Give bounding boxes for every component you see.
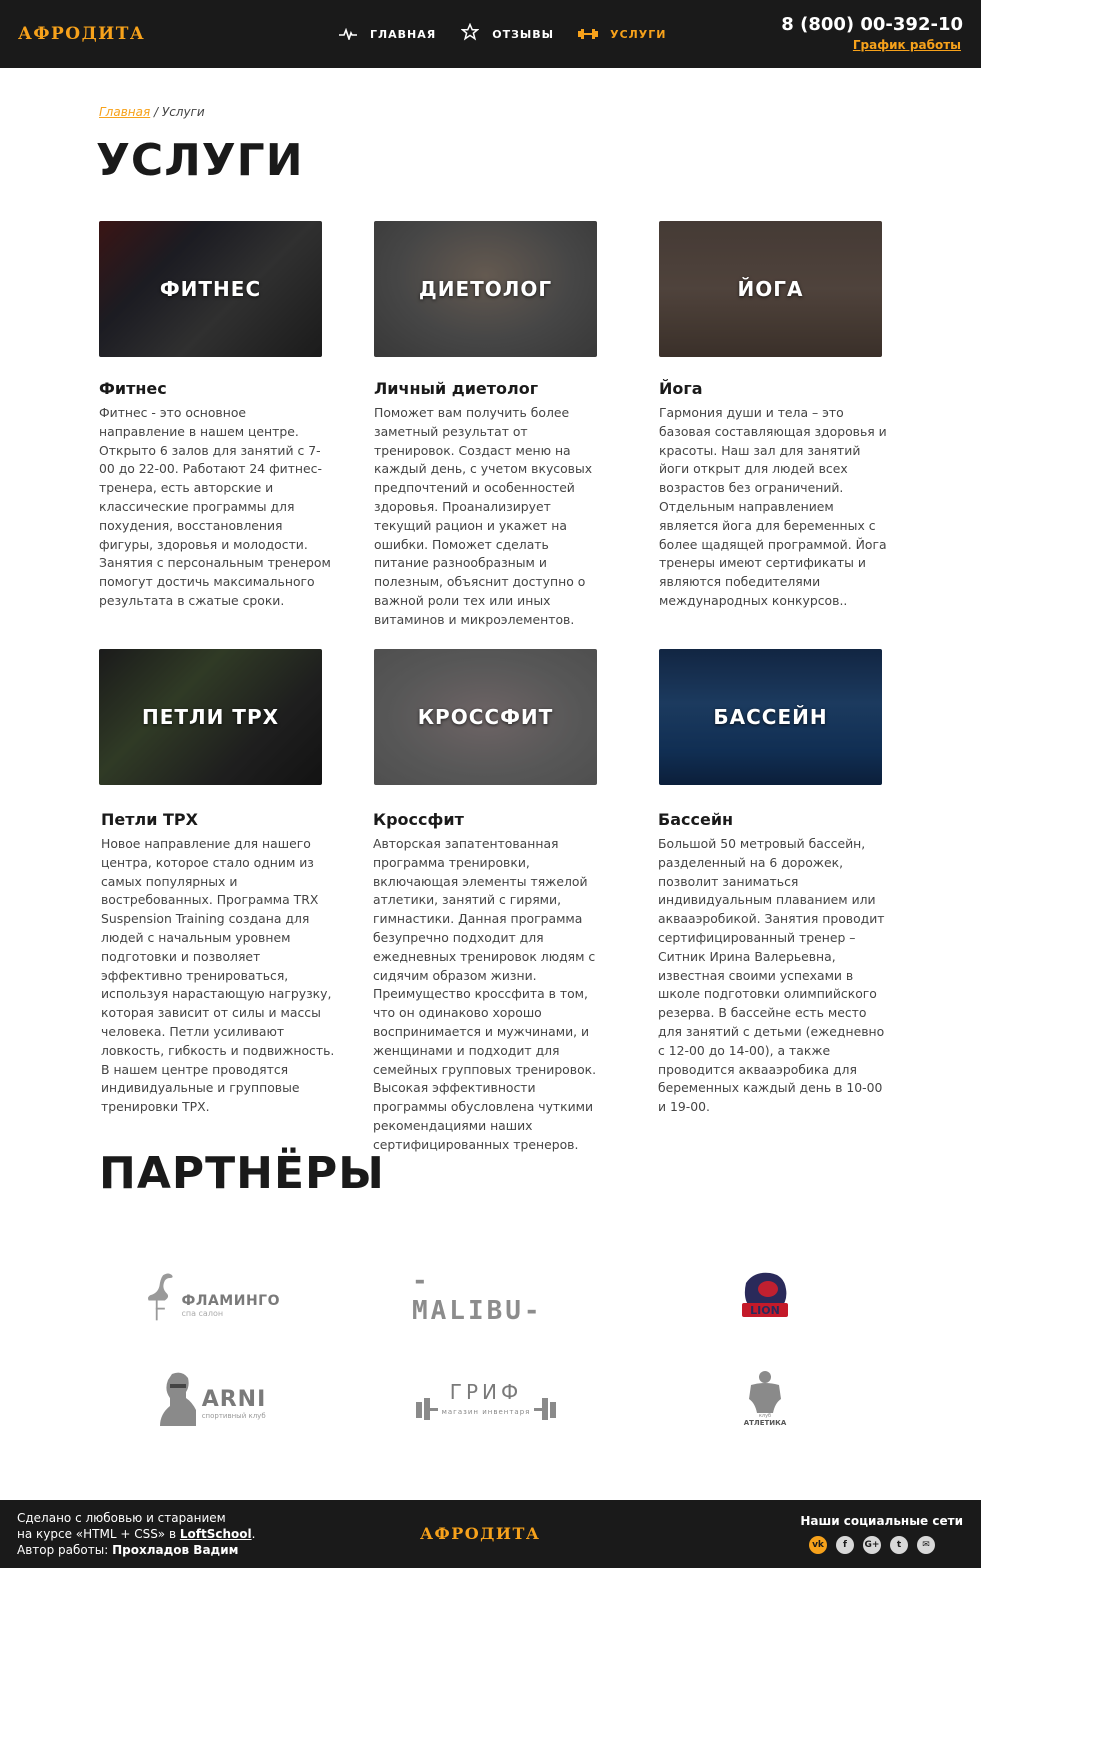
service-description: Поможет вам получить более заметный резу…	[374, 405, 593, 627]
pulse-icon	[338, 25, 358, 44]
nav-item-label: ОТЗЫВЫ	[492, 27, 555, 41]
service-image-fitness[interactable]: ФИТНЕС	[99, 221, 322, 357]
service-title: Петли TPX	[101, 810, 198, 829]
google-plus-icon[interactable]: G+	[863, 1536, 881, 1554]
service-title: Личный диетолог	[374, 379, 539, 398]
service-description: Гармония души и тела – это базовая соста…	[659, 405, 887, 608]
arni-logo	[159, 1372, 196, 1426]
partner-atletika[interactable]: клуб АТЛЕТИКА	[742, 1367, 788, 1429]
nav-item-services[interactable]: УСЛУГИ	[578, 25, 666, 44]
lion-logo: LION	[742, 1272, 788, 1317]
dumbbell-icon	[578, 25, 599, 44]
service-image-label: БАССЕЙН	[713, 705, 828, 729]
partner-subtitle: спа салон	[181, 1308, 224, 1318]
malibu-logo: -MALIBU-	[412, 1266, 543, 1326]
service-image-trx[interactable]: ПЕТЛИ TPX	[99, 649, 322, 785]
partner-name: АТЛЕТИКА	[743, 1419, 787, 1427]
footer-line: Сделано с любовью и старанием	[17, 1511, 226, 1525]
footer-text: Автор работы:	[17, 1543, 113, 1557]
breadcrumb: Главная / Услуги	[99, 105, 205, 119]
partner-subtitle: спортивный клуб	[201, 1411, 266, 1420]
service-image-label: ДИЕТОЛОГ	[418, 277, 553, 301]
email-icon[interactable]: ✉	[917, 1536, 935, 1554]
service-title: Бассейн	[658, 810, 734, 829]
star-icon	[460, 22, 480, 45]
service-image-label: КРОССФИТ	[417, 705, 554, 729]
partner-name: ФЛАМИНГО	[181, 1292, 280, 1309]
phone-number[interactable]: 8 (800) 00-392-10	[781, 14, 963, 35]
footer-text: .	[251, 1527, 256, 1541]
partner-text: ФЛАМИНГО спа салон	[181, 1293, 280, 1318]
site-logo[interactable]: АФРОДИТА	[18, 24, 145, 44]
site-header: АФРОДИТА ГЛАВНАЯ ОТЗЫВЫ УСЛУГИ 8 (800) 0…	[0, 0, 981, 68]
service-image-dietitian[interactable]: ДИЕТОЛОГ	[374, 221, 597, 357]
breadcrumb-current: Услуги	[161, 105, 205, 119]
footer-line: Автор работы: Прохладов Вадим	[17, 1542, 255, 1558]
service-description: Новое направление для нашего центра, кот…	[101, 836, 335, 1115]
partner-lion[interactable]: LION	[735, 1266, 795, 1326]
main-nav: ГЛАВНАЯ ОТЗЫВЫ УСЛУГИ	[338, 0, 690, 68]
vk-icon[interactable]: vk	[809, 1536, 827, 1554]
partner-malibu[interactable]: -MALIBU-	[412, 1266, 560, 1326]
twitter-icon[interactable]: t	[890, 1536, 908, 1554]
loftschool-link[interactable]: LoftSchool	[180, 1527, 252, 1541]
partners-title: ПАРТНЁРЫ	[99, 1148, 385, 1199]
footer-credits: Сделано с любовью и старанием на курсе «…	[17, 1510, 255, 1558]
partner-grif[interactable]: ГРИФ магазин инвентаря	[412, 1374, 560, 1422]
service-image-yoga[interactable]: ЙОГА	[659, 221, 882, 357]
service-description: Большой 50 метровый бассейн, разделенный…	[658, 836, 885, 1115]
flamingo-logo	[148, 1273, 173, 1321]
footer-logo[interactable]: АФРОДИТА	[420, 1524, 540, 1543]
partner-flamingo[interactable]: ФЛАМИНГО спа салон	[145, 1265, 280, 1327]
atletika-logo	[749, 1371, 781, 1413]
footer-line: на курсе «HTML + CSS» в LoftSchool.	[17, 1526, 255, 1542]
service-description: Фитнес - это основное направление в наше…	[99, 405, 331, 608]
partner-text: ARNI спортивный клуб	[202, 1387, 267, 1420]
facebook-icon[interactable]: f	[836, 1536, 854, 1554]
schedule-link[interactable]: График работы	[853, 38, 961, 52]
nav-item-label: ГЛАВНАЯ	[370, 27, 437, 41]
service-image-crossfit[interactable]: КРОССФИТ	[374, 649, 597, 785]
social-title: Наши социальные сети	[800, 1514, 963, 1528]
nav-item-home[interactable]: ГЛАВНАЯ	[338, 25, 436, 44]
page-bottom-space	[0, 1568, 981, 1759]
partner-name: LION	[750, 1304, 780, 1317]
nav-item-reviews[interactable]: ОТЗЫВЫ	[460, 22, 555, 45]
breadcrumb-separator: /	[150, 105, 162, 119]
partner-name: ARNI	[201, 1386, 267, 1412]
service-image-label: ПЕТЛИ TPX	[141, 705, 280, 729]
partner-arni[interactable]: ARNI спортивный клуб	[152, 1367, 272, 1429]
service-image-label: ФИТНЕС	[159, 277, 262, 301]
service-image-pool[interactable]: БАССЕЙН	[659, 649, 882, 785]
nav-item-label: УСЛУГИ	[610, 27, 667, 41]
footer-author: Прохладов Вадим	[112, 1543, 239, 1557]
service-title: Йога	[659, 379, 703, 398]
site-footer: Сделано с любовью и старанием на курсе «…	[0, 1500, 981, 1568]
breadcrumb-home-link[interactable]: Главная	[99, 105, 150, 119]
partner-subtitle: магазин инвентаря	[437, 1408, 535, 1416]
social-icons: vk f G+ t ✉	[800, 1536, 935, 1554]
service-description: Авторская запатентованная программа трен…	[373, 836, 597, 1152]
page-title: УСЛУГИ	[96, 135, 304, 186]
service-title: Кроссфит	[373, 810, 464, 829]
footer-text: на курсе «HTML + CSS» в	[17, 1527, 180, 1541]
service-image-label: ЙОГА	[737, 277, 804, 301]
service-title: Фитнес	[99, 379, 167, 398]
